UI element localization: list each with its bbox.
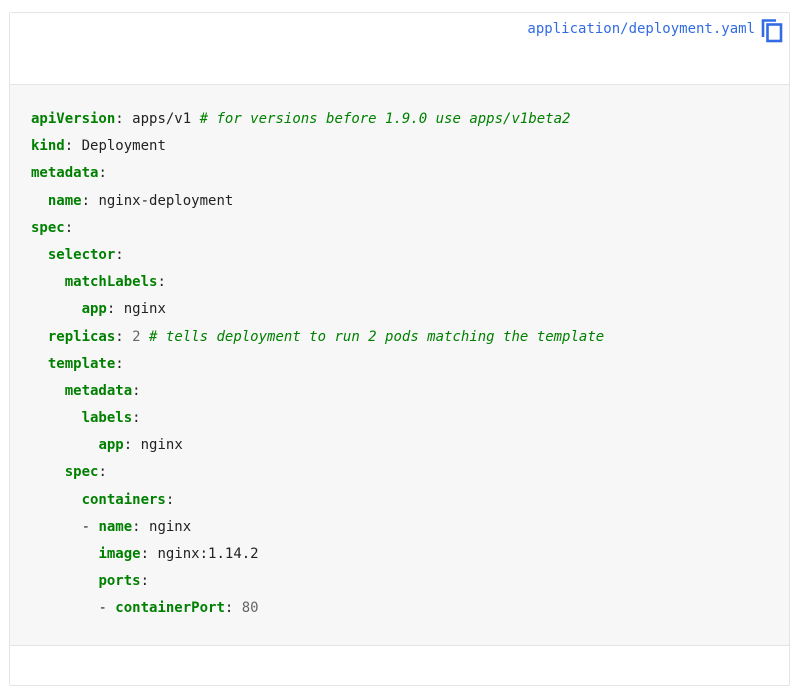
yaml-key: containerPort (115, 600, 225, 617)
code-line: selector: (31, 242, 604, 269)
yaml-key: replicas (47, 328, 116, 345)
code-line: ports: (31, 568, 604, 595)
yaml-key: kind (31, 138, 65, 155)
key-separator: : (115, 328, 124, 345)
yaml-key: metadata (31, 165, 99, 182)
key-separator: : (157, 274, 166, 291)
copy-icon (761, 19, 783, 43)
filename-link[interactable]: application/deployment.yaml (527, 20, 755, 38)
yaml-value (233, 600, 241, 616)
yaml-value: nginx:1.14.2 (149, 546, 259, 562)
code-line: kind: Deployment (31, 133, 604, 160)
yaml-key: ports (98, 573, 141, 590)
key-separator: : (140, 573, 150, 590)
yaml-key: app (81, 301, 107, 318)
code-line: template: (31, 351, 604, 378)
key-separator: : (115, 246, 124, 263)
code-line: metadata: (31, 160, 604, 187)
key-separator: : (140, 546, 150, 562)
yaml-value (124, 329, 132, 345)
code-line: apiVersion: apps/v1 # for versions befor… (31, 106, 604, 133)
yaml-key: name (98, 518, 133, 535)
key-separator: : (98, 464, 107, 481)
code-line: spec: (31, 215, 604, 242)
code-line: image: nginx:1.14.2 (31, 541, 604, 568)
key-separator: : (132, 410, 141, 427)
yaml-key: metadata (64, 382, 133, 399)
yaml-key: apiVersion (31, 111, 116, 127)
code-line: matchLabels: (31, 269, 604, 296)
key-separator: : (64, 138, 74, 155)
yaml-key: app (98, 437, 124, 454)
copy-button[interactable] (760, 17, 784, 43)
yaml-comment: # tells deployment to run 2 pods matchin… (140, 328, 605, 345)
yaml-value: nginx (132, 437, 183, 454)
list-dash: - (81, 518, 99, 535)
key-separator: : (115, 355, 124, 372)
list-dash: - (98, 600, 116, 617)
yaml-key: labels (81, 410, 133, 427)
key-separator: : (132, 382, 141, 399)
yaml-value: Deployment (73, 138, 166, 155)
key-separator: : (115, 111, 124, 127)
yaml-number: 80 (241, 600, 259, 617)
code-line: - containerPort: 80 (31, 595, 604, 622)
code-footer (10, 646, 789, 685)
code-line: metadata: (31, 378, 604, 405)
yaml-comment: # for versions before 1.9.0 use apps/v1b… (191, 111, 571, 127)
code-line: labels: (31, 405, 604, 432)
key-separator: : (98, 165, 107, 182)
code-line: containers: (31, 487, 604, 514)
code-line: app: nginx (31, 296, 604, 323)
key-separator: : (132, 518, 141, 535)
yaml-value: nginx-deployment (90, 192, 234, 209)
code-header: application/deployment.yaml (10, 13, 789, 85)
code-line: - name: nginx (31, 514, 604, 541)
key-separator: : (81, 192, 91, 209)
yaml-value: nginx (115, 301, 166, 318)
yaml-key: spec (64, 464, 99, 481)
key-separator: : (165, 491, 175, 508)
code-line: replicas: 2 # tells deployment to run 2 … (31, 324, 604, 351)
key-separator: : (123, 437, 133, 454)
key-separator: : (64, 219, 74, 236)
code-sample-card: application/deployment.yaml apiVersion: … (9, 12, 790, 686)
code-line: app: nginx (31, 432, 604, 459)
yaml-value: nginx (140, 518, 192, 535)
yaml-code: apiVersion: apps/v1 # for versions befor… (31, 106, 604, 623)
yaml-key: matchLabels (64, 274, 158, 291)
yaml-key: selector (47, 246, 116, 263)
yaml-key: template (47, 355, 116, 372)
yaml-value: apps/v1 (123, 111, 192, 127)
code-block[interactable]: apiVersion: apps/v1 # for versions befor… (10, 85, 789, 646)
yaml-key: name (47, 192, 82, 209)
yaml-key: spec (31, 219, 65, 236)
code-line: name: nginx-deployment (31, 188, 604, 215)
yaml-key: image (98, 546, 141, 562)
yaml-key: containers (81, 491, 166, 508)
code-line: spec: (31, 459, 604, 486)
yaml-number: 2 (132, 328, 141, 345)
